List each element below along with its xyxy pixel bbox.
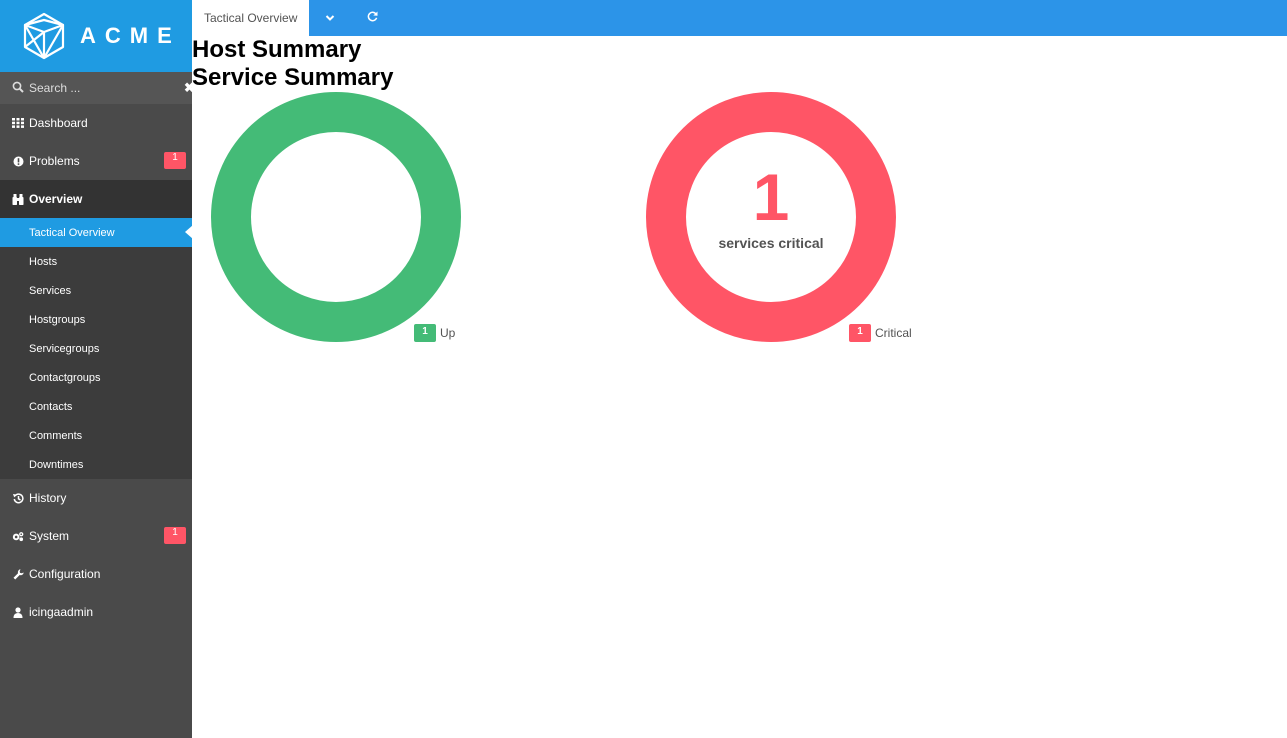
host-legend: 1 Up — [414, 324, 455, 342]
history-icon — [12, 492, 24, 504]
sub-item-servicegroups[interactable]: Servicegroups — [0, 334, 192, 363]
host-summary-donut[interactable] — [211, 92, 461, 342]
sub-item-services[interactable]: Services — [0, 276, 192, 305]
sub-item-tactical-overview[interactable]: Tactical Overview — [0, 218, 193, 247]
service-legend: 1 Critical — [849, 324, 912, 342]
nav-dashboard-label: Dashboard — [29, 116, 88, 130]
search-icon — [12, 81, 24, 96]
sub-item-downtimes[interactable]: Downtimes — [0, 450, 192, 479]
grid-icon — [12, 117, 24, 129]
alert-icon — [12, 155, 24, 167]
system-count-badge: 1 — [164, 527, 186, 544]
overview-submenu: Tactical Overview Hosts Services Hostgro… — [0, 218, 193, 479]
nav-overview-label: Overview — [29, 192, 83, 206]
service-critical-legend-label: Critical — [875, 326, 912, 340]
service-critical-count: 1 — [752, 160, 790, 234]
nav-system-label: System — [29, 529, 70, 543]
nav-history[interactable]: History — [0, 479, 192, 517]
service-summary-title: Service Summary — [192, 64, 394, 91]
tab-tactical-overview[interactable]: Tactical Overview — [192, 0, 310, 36]
acme-logo-icon — [23, 12, 65, 60]
host-up-label: Up — [440, 326, 456, 340]
nav-dashboard[interactable]: Dashboard — [0, 104, 192, 142]
nav-problems-label: Problems — [29, 154, 80, 168]
nav-history-label: History — [29, 491, 67, 505]
sub-item-hosts[interactable]: Hosts — [0, 247, 192, 276]
binoculars-icon — [12, 193, 24, 205]
service-critical-label: services critical — [718, 235, 824, 251]
service-critical-count-badge: 1 — [849, 324, 871, 342]
sub-item-contacts[interactable]: Contacts — [0, 392, 192, 421]
user-icon — [12, 606, 24, 618]
host-up-count-badge: 1 — [414, 324, 436, 342]
nav-problems[interactable]: Problems 1 — [0, 142, 192, 180]
sub-item-comments[interactable]: Comments — [0, 421, 192, 450]
sidebar: ACME ✖ Dashboard Problems 1 Overview Tac… — [0, 0, 195, 738]
host-summary: Host Summary 1 Up — [192, 36, 1287, 342]
tab-dropdown-button[interactable] — [309, 0, 351, 36]
problems-count-badge: 1 — [164, 152, 186, 169]
logo-wordmark: ACME — [80, 23, 181, 48]
host-up-ring — [211, 92, 461, 342]
nav-user-label: icingaadmin — [29, 605, 94, 619]
nav-overview[interactable]: Overview — [0, 180, 192, 218]
cogs-icon — [12, 530, 24, 542]
main-content: Host Summary 1 Up Service Summary 1 serv… — [192, 36, 1287, 738]
nav-configuration[interactable]: Configuration — [0, 555, 192, 593]
refresh-icon — [367, 9, 378, 27]
nav-system[interactable]: System 1 — [0, 517, 192, 555]
search-bar: ✖ — [0, 72, 195, 104]
host-summary-title: Host Summary — [192, 36, 362, 63]
chevron-down-icon — [325, 9, 335, 27]
logo[interactable]: ACME — [0, 0, 192, 72]
nav-user[interactable]: icingaadmin — [0, 593, 192, 631]
service-summary: Service Summary 1 services critical 1 Cr… — [192, 64, 1287, 342]
search-input[interactable] — [29, 81, 184, 95]
wrench-icon — [12, 568, 24, 580]
sub-item-hostgroups[interactable]: Hostgroups — [0, 305, 192, 334]
refresh-button[interactable] — [351, 0, 393, 36]
sub-item-contactgroups[interactable]: Contactgroups — [0, 363, 192, 392]
topbar: Tactical Overview — [192, 0, 1287, 36]
nav-configuration-label: Configuration — [29, 567, 101, 581]
